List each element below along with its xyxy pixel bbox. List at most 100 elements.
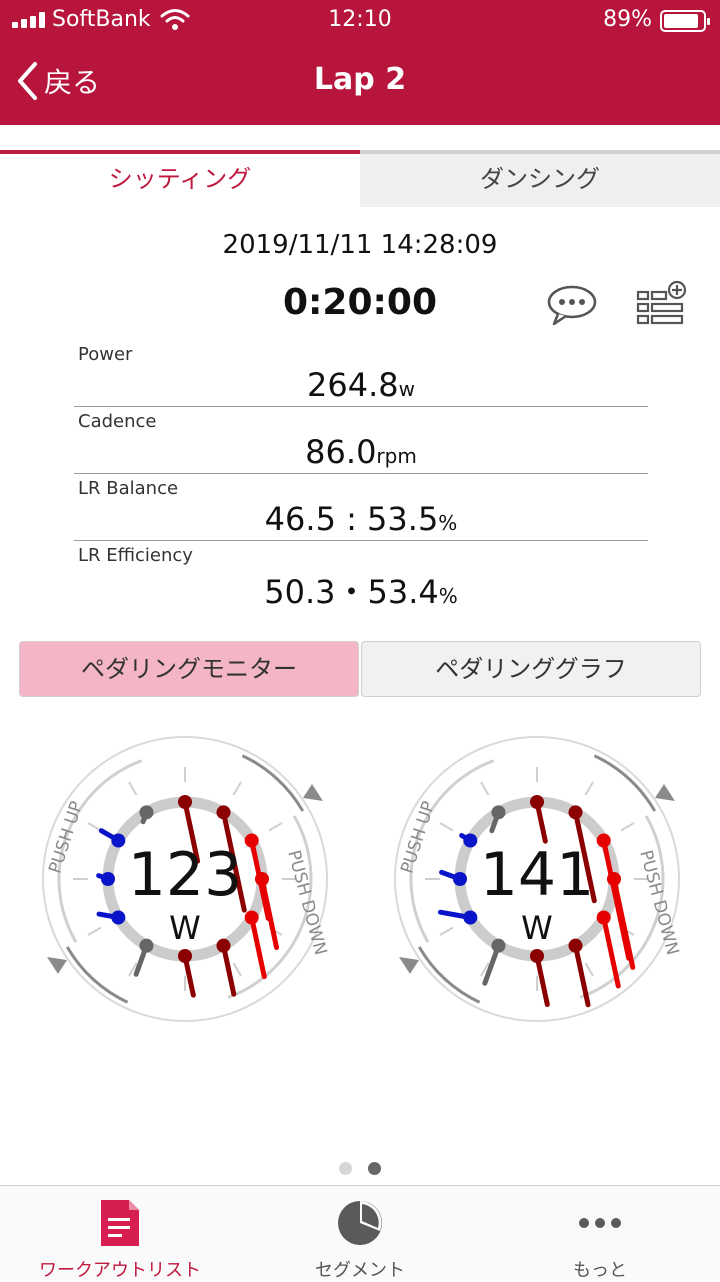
pedaling-graph-button[interactable]: ペダリンググラフ bbox=[361, 641, 701, 697]
tick-mark bbox=[439, 926, 454, 936]
rotation-arrow-arc bbox=[417, 946, 481, 1004]
tab-sitting[interactable]: シッティング bbox=[0, 150, 360, 207]
tab-label: ワークアウトリスト bbox=[39, 1260, 201, 1281]
metric-label: LR Efficiency bbox=[78, 545, 193, 566]
lap-duration: 0:20:00 bbox=[282, 282, 438, 323]
vector-origin bbox=[244, 910, 259, 925]
tick-mark bbox=[584, 962, 594, 977]
metric-unit: rpm bbox=[376, 444, 417, 468]
app-header: SoftBank 12:10 89% 戻る Lap 2 bbox=[0, 0, 720, 125]
tick-mark bbox=[620, 822, 635, 832]
vector-origin bbox=[568, 938, 583, 953]
vector-origin bbox=[463, 833, 478, 848]
tab-label: もっと bbox=[573, 1260, 627, 1281]
metric-value: 46.5 : 53.5 bbox=[264, 500, 439, 538]
tick-mark bbox=[268, 822, 283, 832]
vector-origin bbox=[139, 938, 154, 953]
force-vector bbox=[249, 915, 267, 980]
tick-mark bbox=[439, 822, 454, 832]
metric-lr-efficiency: LR Efficiency 50.3・53.4% bbox=[74, 541, 648, 611]
page-indicator bbox=[0, 1160, 720, 1179]
tick-mark bbox=[480, 781, 490, 796]
battery-icon bbox=[660, 10, 710, 32]
force-vector bbox=[259, 876, 280, 950]
gauge-value: 141 bbox=[480, 840, 595, 910]
force-vector bbox=[221, 943, 237, 997]
add-list-icon[interactable] bbox=[636, 280, 688, 328]
workout-list-icon bbox=[101, 1200, 139, 1246]
tick-mark bbox=[232, 781, 242, 796]
vector-origin bbox=[596, 833, 611, 848]
metric-value: 86.0 bbox=[305, 433, 377, 471]
vector-origin bbox=[111, 833, 126, 848]
push-up-label: PUSH UP bbox=[45, 799, 87, 876]
posture-tabs: シッティング ダンシング bbox=[0, 150, 720, 207]
metric-unit: % bbox=[438, 511, 458, 535]
rotation-arrow-icon bbox=[399, 957, 419, 974]
right-pedaling-gauge: PUSH UP PUSH DOWN 141W bbox=[394, 736, 682, 1022]
comment-icon[interactable] bbox=[546, 284, 598, 326]
vector-origin bbox=[178, 795, 192, 809]
vector-origin bbox=[491, 805, 506, 820]
vector-origin bbox=[111, 910, 126, 925]
page-dot[interactable] bbox=[339, 1162, 352, 1175]
pedaling-monitor-button[interactable]: ペダリングモニター bbox=[19, 641, 359, 697]
metric-value: 50.3・53.4 bbox=[264, 573, 439, 611]
tick-mark bbox=[584, 781, 594, 796]
force-vector bbox=[534, 953, 550, 1008]
bottom-tab-bar: ワークアウトリスト セグメント もっと bbox=[0, 1185, 720, 1281]
force-vector bbox=[611, 876, 636, 970]
vector-origin bbox=[491, 938, 506, 953]
vector-origin bbox=[453, 872, 467, 886]
tab-workout-list[interactable]: ワークアウトリスト bbox=[0, 1186, 240, 1281]
vector-origin bbox=[139, 805, 154, 820]
tab-more[interactable]: もっと bbox=[480, 1186, 720, 1281]
vector-origin bbox=[244, 833, 259, 848]
vector-origin bbox=[178, 949, 192, 963]
metric-label: Power bbox=[78, 344, 133, 365]
tick-mark bbox=[87, 926, 102, 936]
tab-segment[interactable]: セグメント bbox=[240, 1186, 480, 1281]
vector-origin bbox=[607, 872, 621, 886]
vector-origin bbox=[596, 910, 611, 925]
tick-mark bbox=[87, 822, 102, 832]
metric-value: 264.8 bbox=[307, 366, 399, 404]
vector-origin bbox=[101, 872, 115, 886]
push-down-label: PUSH DOWN bbox=[283, 848, 330, 957]
gauge-value: 123 bbox=[128, 840, 243, 910]
metric-cadence: Cadence 86.0rpm bbox=[74, 407, 648, 474]
page-dot-active[interactable] bbox=[368, 1162, 381, 1175]
left-pedaling-gauge: PUSH UP PUSH DOWN 123W bbox=[42, 736, 330, 1022]
page-title: Lap 2 bbox=[313, 62, 407, 97]
rotation-arrow-arc bbox=[65, 946, 129, 1004]
vector-origin bbox=[255, 872, 269, 886]
vector-origin bbox=[216, 805, 231, 820]
rotation-arrow-icon bbox=[655, 784, 675, 801]
vector-origin bbox=[568, 805, 583, 820]
metric-power: Power 264.8w bbox=[74, 340, 648, 407]
pie-chart-icon bbox=[338, 1201, 382, 1245]
rotation-arrow-arc bbox=[593, 754, 657, 812]
battery-percent: 89% bbox=[603, 7, 652, 32]
metric-unit: w bbox=[398, 377, 415, 401]
metric-unit: % bbox=[438, 584, 458, 608]
metric-label: LR Balance bbox=[78, 478, 179, 499]
vector-origin bbox=[463, 910, 478, 925]
metric-lr-balance: LR Balance 46.5 : 53.5% bbox=[74, 474, 648, 541]
tab-dancing[interactable]: ダンシング bbox=[360, 150, 720, 207]
vector-origin bbox=[216, 938, 231, 953]
metric-label: Cadence bbox=[78, 411, 157, 432]
tab-label: セグメント bbox=[315, 1260, 405, 1281]
vector-origin bbox=[530, 795, 544, 809]
more-dots-icon bbox=[579, 1218, 621, 1228]
force-vector bbox=[601, 915, 621, 989]
tick-mark bbox=[128, 781, 138, 796]
tick-mark bbox=[232, 962, 242, 977]
rotation-arrow-icon bbox=[47, 957, 67, 974]
rotation-arrow-icon bbox=[303, 784, 323, 801]
lap-datetime: 2019/11/11 14:28:09 bbox=[222, 230, 498, 260]
vector-origin bbox=[530, 949, 544, 963]
rotation-arrow-arc bbox=[241, 754, 305, 812]
status-bar: SoftBank 12:10 89% bbox=[0, 0, 720, 40]
gauge-unit: W bbox=[521, 909, 553, 947]
